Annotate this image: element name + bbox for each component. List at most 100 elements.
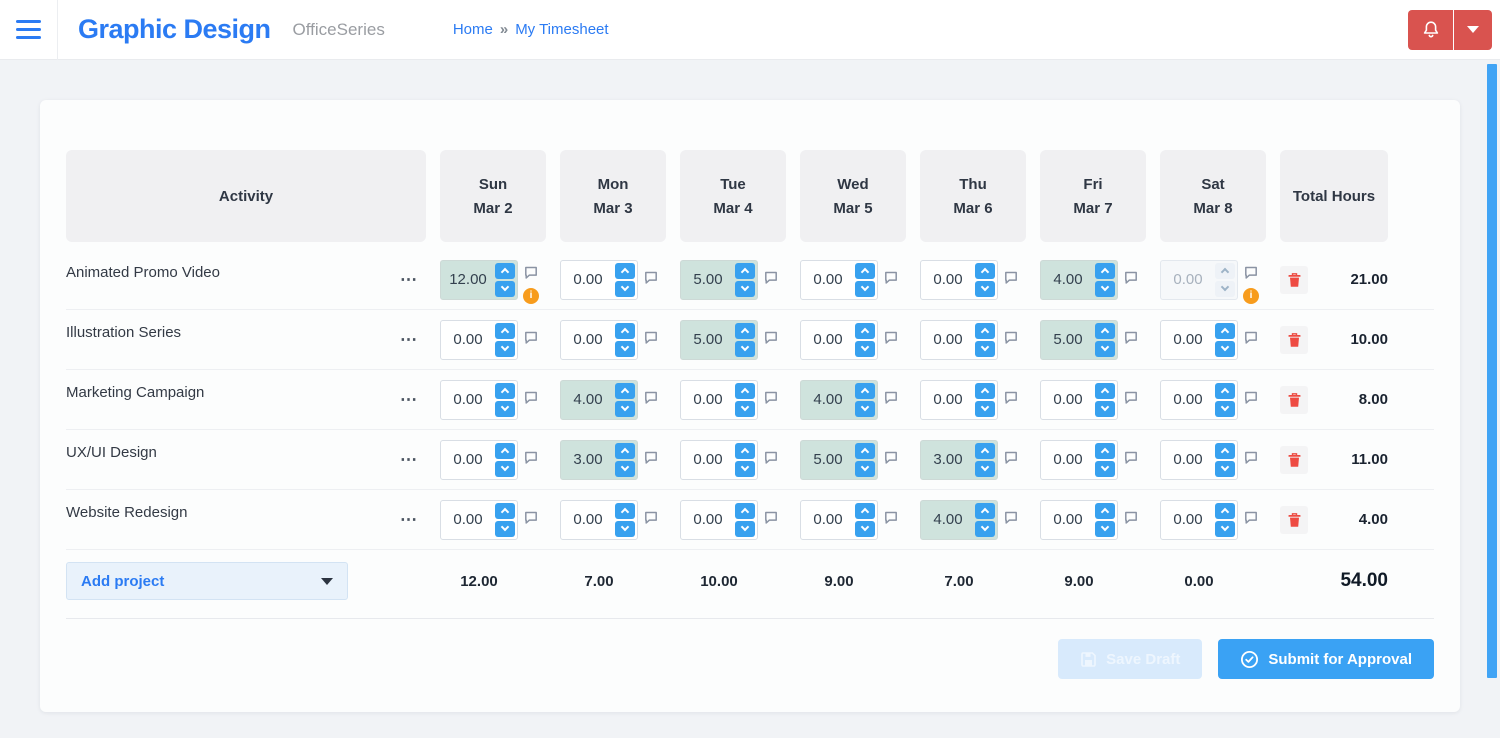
- decrement-button[interactable]: [495, 400, 515, 417]
- hours-input[interactable]: 0.00: [560, 499, 638, 540]
- increment-button[interactable]: [735, 502, 755, 519]
- increment-button[interactable]: [1095, 502, 1115, 519]
- hours-input[interactable]: 0.00: [1160, 379, 1238, 420]
- hours-input[interactable]: 0.00: [1160, 319, 1238, 360]
- comment-icon[interactable]: [1004, 331, 1018, 344]
- comment-icon[interactable]: [644, 331, 658, 344]
- comment-icon[interactable]: [1004, 271, 1018, 284]
- hours-input[interactable]: 0.00: [920, 379, 998, 420]
- comment-icon[interactable]: [1124, 511, 1138, 524]
- decrement-button[interactable]: [855, 340, 875, 357]
- comment-icon[interactable]: [764, 391, 778, 404]
- delete-row-button[interactable]: [1280, 385, 1308, 414]
- decrement-button[interactable]: [975, 520, 995, 537]
- increment-button[interactable]: [1215, 382, 1235, 399]
- hours-input[interactable]: 4.00: [1040, 259, 1118, 300]
- decrement-button[interactable]: [615, 340, 635, 357]
- hours-input[interactable]: 0.00: [440, 379, 518, 420]
- increment-button[interactable]: [1095, 382, 1115, 399]
- increment-button[interactable]: [615, 322, 635, 339]
- decrement-button[interactable]: [735, 460, 755, 477]
- hours-input[interactable]: 4.00: [560, 379, 638, 420]
- increment-button[interactable]: [495, 442, 515, 459]
- increment-button[interactable]: [735, 442, 755, 459]
- decrement-button[interactable]: [1095, 400, 1115, 417]
- decrement-button[interactable]: [495, 520, 515, 537]
- increment-button[interactable]: [975, 502, 995, 519]
- comment-icon[interactable]: [884, 511, 898, 524]
- delete-row-button[interactable]: [1280, 445, 1308, 474]
- hours-input[interactable]: 0.00: [560, 319, 638, 360]
- comment-icon[interactable]: [1004, 391, 1018, 404]
- decrement-button[interactable]: [1215, 460, 1235, 477]
- decrement-button[interactable]: [1215, 340, 1235, 357]
- decrement-button[interactable]: [1215, 520, 1235, 537]
- increment-button[interactable]: [975, 262, 995, 279]
- row-menu-button[interactable]: ⋯: [400, 271, 420, 288]
- hours-input[interactable]: 0.00: [800, 259, 878, 300]
- increment-button[interactable]: [855, 382, 875, 399]
- comment-icon[interactable]: [1124, 271, 1138, 284]
- hours-input[interactable]: 0.00: [440, 499, 518, 540]
- hours-input[interactable]: 3.00: [920, 439, 998, 480]
- comment-icon[interactable]: [524, 391, 538, 404]
- hours-input[interactable]: 0.00: [1040, 499, 1118, 540]
- increment-button[interactable]: [855, 502, 875, 519]
- increment-button[interactable]: [735, 262, 755, 279]
- decrement-button[interactable]: [735, 340, 755, 357]
- decrement-button[interactable]: [735, 400, 755, 417]
- delete-row-button[interactable]: [1280, 265, 1308, 294]
- decrement-button[interactable]: [495, 280, 515, 297]
- increment-button[interactable]: [615, 442, 635, 459]
- increment-button[interactable]: [855, 322, 875, 339]
- hours-input[interactable]: 0.00: [920, 259, 998, 300]
- user-menu-button[interactable]: [1454, 9, 1492, 50]
- increment-button[interactable]: [615, 382, 635, 399]
- decrement-button[interactable]: [855, 280, 875, 297]
- comment-icon[interactable]: [1244, 451, 1258, 464]
- hours-input[interactable]: 0.00: [440, 439, 518, 480]
- hours-input[interactable]: 3.00: [560, 439, 638, 480]
- submit-for-approval-button[interactable]: Submit for Approval: [1218, 639, 1434, 679]
- notifications-button[interactable]: [1408, 9, 1454, 50]
- comment-icon[interactable]: [1244, 391, 1258, 404]
- comment-icon[interactable]: [764, 451, 778, 464]
- comment-icon[interactable]: [1244, 266, 1258, 279]
- hours-input[interactable]: 0.00: [1160, 439, 1238, 480]
- breadcrumb-current-link[interactable]: My Timesheet: [515, 21, 608, 38]
- decrement-button[interactable]: [975, 280, 995, 297]
- comment-icon[interactable]: [764, 331, 778, 344]
- decrement-button[interactable]: [615, 520, 635, 537]
- decrement-button[interactable]: [855, 460, 875, 477]
- hours-input[interactable]: 0.00: [560, 259, 638, 300]
- comment-icon[interactable]: [884, 391, 898, 404]
- comment-icon[interactable]: [1124, 451, 1138, 464]
- decrement-button[interactable]: [1095, 280, 1115, 297]
- comment-icon[interactable]: [644, 511, 658, 524]
- hours-input[interactable]: 4.00: [800, 379, 878, 420]
- hours-input[interactable]: 5.00: [680, 259, 758, 300]
- comment-icon[interactable]: [524, 511, 538, 524]
- increment-button[interactable]: [855, 262, 875, 279]
- decrement-button[interactable]: [735, 520, 755, 537]
- decrement-button[interactable]: [735, 280, 755, 297]
- hours-input[interactable]: 5.00: [800, 439, 878, 480]
- hours-input[interactable]: 0.00: [800, 499, 878, 540]
- increment-button[interactable]: [615, 502, 635, 519]
- decrement-button[interactable]: [1095, 460, 1115, 477]
- hours-input[interactable]: 4.00: [920, 499, 998, 540]
- increment-button[interactable]: [855, 442, 875, 459]
- decrement-button[interactable]: [495, 460, 515, 477]
- increment-button[interactable]: [735, 322, 755, 339]
- comment-icon[interactable]: [1124, 331, 1138, 344]
- increment-button[interactable]: [615, 262, 635, 279]
- decrement-button[interactable]: [855, 520, 875, 537]
- breadcrumb-home-link[interactable]: Home: [453, 21, 493, 38]
- increment-button[interactable]: [735, 382, 755, 399]
- decrement-button[interactable]: [1215, 400, 1235, 417]
- comment-icon[interactable]: [884, 451, 898, 464]
- comment-icon[interactable]: [644, 451, 658, 464]
- comment-icon[interactable]: [764, 511, 778, 524]
- row-menu-button[interactable]: ⋯: [400, 391, 420, 408]
- decrement-button[interactable]: [975, 400, 995, 417]
